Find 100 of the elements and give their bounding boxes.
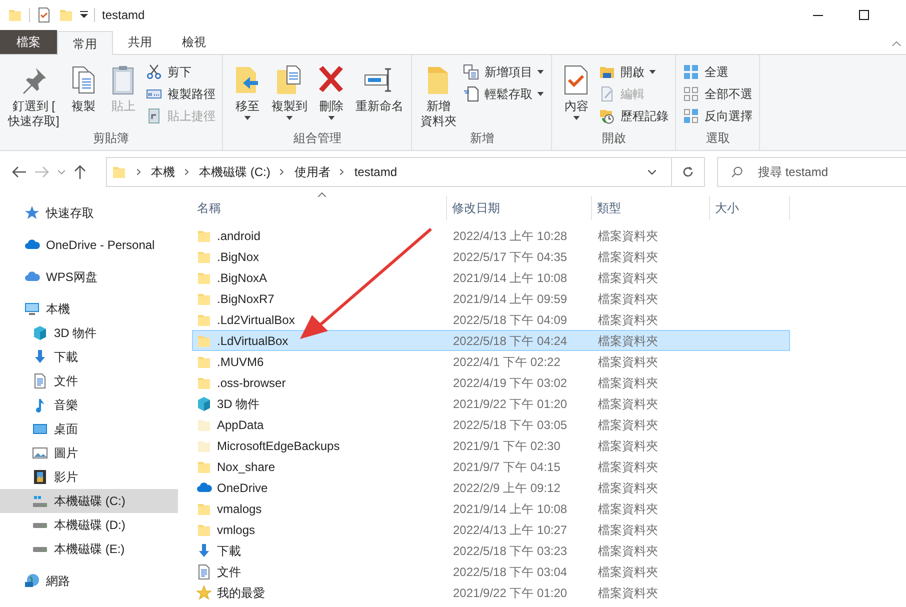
ribbon-button[interactable]: 輕鬆存取: [461, 84, 546, 103]
up-arrow-icon[interactable]: [74, 165, 86, 179]
ribbon-tab[interactable]: 檢視: [167, 30, 221, 54]
file-name: .BigNoxA: [217, 270, 268, 286]
file-name: .MUVM6: [217, 354, 264, 370]
checkmark-document-icon[interactable]: [36, 7, 52, 23]
table-cell-text: 2022/5/18 下午 03:23: [452, 542, 568, 560]
file-row[interactable]: vmlogs 2022/4/13 上午 10:27 檔案資料夾: [192, 519, 790, 540]
ribbon-button[interactable]: 刪除: [312, 61, 350, 129]
sort-caret-icon: [318, 192, 326, 197]
file-name: MicrosoftEdgeBackups: [217, 438, 340, 454]
file-row[interactable]: .LdVirtualBox 2022/5/18 下午 04:24 檔案資料夾: [192, 330, 790, 351]
nav-item[interactable]: 圖片: [0, 441, 178, 465]
nav-item[interactable]: 文件: [0, 369, 178, 393]
nav-item[interactable]: 桌面: [0, 417, 178, 441]
breadcrumb[interactable]: 本機磁碟 (C:): [199, 163, 270, 181]
table-cell-text: 檔案資料夾: [597, 228, 658, 244]
ribbon-button[interactable]: 新增 資料夾: [417, 61, 460, 129]
drive-icon: [32, 546, 48, 552]
nav-item[interactable]: WPS网盘: [0, 265, 178, 289]
refresh-icon[interactable]: [682, 166, 694, 178]
group-label: 新增: [468, 130, 495, 147]
nav-item[interactable]: 網路: [0, 569, 178, 593]
nav-item[interactable]: 本機: [0, 297, 178, 321]
file-row[interactable]: OneDrive 2022/2/9 上午 09:12 檔案資料夾: [192, 477, 790, 498]
ribbon-button[interactable]: 新增項目: [461, 62, 546, 81]
ribbon-tab[interactable]: 常用: [57, 31, 113, 55]
file-row[interactable]: Nox_share 2021/9/7 下午 04:15 檔案資料夾: [192, 456, 790, 477]
ribbon-button[interactable]: 全選: [681, 62, 754, 81]
file-row[interactable]: vmalogs 2021/9/14 上午 10:08 檔案資料夾: [192, 498, 790, 519]
chevron-down-icon[interactable]: [58, 170, 65, 174]
ribbon-tab[interactable]: 共用: [113, 30, 167, 54]
file-row[interactable]: .BigNox 2022/5/17 下午 04:35 檔案資料夾: [192, 246, 790, 267]
column-header[interactable]: 大小: [710, 196, 790, 220]
collapse-ribbon-icon[interactable]: [892, 41, 901, 46]
table-cell-text: 2021/9/22 下午 01:20: [452, 396, 568, 412]
ribbon-button[interactable]: 內容: [557, 61, 596, 129]
file-row[interactable]: 我的最愛 2021/9/22 下午 01:20 檔案資料夾: [192, 582, 790, 603]
ribbon-button[interactable]: 開啟: [597, 62, 670, 81]
ribbon-button[interactable]: 歷程記錄: [597, 106, 670, 125]
file-row[interactable]: 下載 2022/5/18 下午 03:23 檔案資料夾: [192, 540, 790, 561]
nav-item[interactable]: OneDrive - Personal: [0, 233, 178, 257]
search-field[interactable]: 搜尋 testamd: [717, 157, 906, 187]
file-name: 文件: [217, 564, 241, 580]
network-icon: [24, 573, 40, 589]
clock-icon: [599, 108, 616, 124]
breadcrumb[interactable]: testamd: [354, 163, 398, 181]
nav-item[interactable]: 本機磁碟 (D:): [0, 513, 178, 537]
file-row[interactable]: .android 2022/4/13 上午 10:28 檔案資料夾: [192, 225, 790, 246]
nav-item[interactable]: 下載: [0, 345, 178, 369]
shortcut-icon: [146, 108, 162, 124]
table-cell-text: 檔案資料夾: [597, 522, 658, 538]
ribbon-button[interactable]: 全部不選: [681, 84, 754, 103]
file-row[interactable]: 3D 物件 2021/9/22 下午 01:20 檔案資料夾: [192, 393, 790, 414]
nav-item[interactable]: 快速存取: [0, 201, 178, 225]
file-row[interactable]: .Ld2VirtualBox 2022/5/18 下午 04:09 檔案資料夾: [192, 309, 790, 330]
ribbon-tab[interactable]: 檔案: [0, 30, 57, 54]
breadcrumb[interactable]: 使用者: [294, 163, 330, 181]
file-row[interactable]: .oss-browser 2022/4/19 下午 03:02 檔案資料夾: [192, 372, 790, 393]
file-row[interactable]: .BigNoxA 2021/9/14 上午 10:08 檔案資料夾: [192, 267, 790, 288]
ribbon-button[interactable]: 複製: [64, 61, 102, 129]
nav-item[interactable]: 3D 物件: [0, 321, 178, 345]
column-header[interactable]: 類型: [592, 196, 710, 220]
ribbon-button[interactable]: 複製到: [268, 61, 310, 129]
desktop-icon: [32, 421, 48, 437]
file-row[interactable]: .BigNoxR7 2021/9/14 上午 09:59 檔案資料夾: [192, 288, 790, 309]
edit-icon: [599, 86, 616, 102]
ribbon-button[interactable]: 剪下: [144, 62, 218, 81]
group-label: 開啟: [600, 130, 627, 147]
document-icon: [196, 564, 212, 580]
nav-item[interactable]: 本機磁碟 (E:): [0, 537, 178, 561]
column-header[interactable]: 修改日期: [447, 196, 592, 220]
column-header[interactable]: 名稱: [192, 196, 447, 220]
table-cell-text: 2022/4/13 上午 10:28: [452, 228, 568, 244]
window-title: testamd: [102, 7, 145, 24]
group-label: 剪貼簿: [92, 130, 130, 147]
file-row[interactable]: .MUVM6 2022/4/1 下午 02:22 檔案資料夾: [192, 351, 790, 372]
ribbon-button[interactable]: 複製路徑: [144, 84, 218, 103]
ribbon-button[interactable]: 反向選擇: [681, 106, 754, 125]
file-row[interactable]: 文件 2022/5/18 下午 03:04 檔案資料夾: [192, 561, 790, 582]
table-cell-text: 檔案資料夾: [597, 458, 658, 476]
back-icon[interactable]: [12, 166, 26, 178]
document-icon: [463, 86, 480, 102]
nav-item[interactable]: 影片: [0, 465, 178, 489]
nav-item[interactable]: 音樂: [0, 393, 178, 417]
file-row[interactable]: AppData 2022/5/18 下午 03:05 檔案資料夾: [192, 414, 790, 435]
table-cell-text: 檔案資料夾: [597, 248, 658, 266]
chevron-down-icon[interactable]: [648, 170, 656, 174]
breadcrumb[interactable]: 本機: [151, 163, 175, 181]
table-cell-text: 檔案資料夾: [597, 270, 658, 286]
ribbon-button[interactable]: 移至: [228, 61, 266, 129]
ribbon-button[interactable]: 重新命名: [352, 61, 406, 129]
file-row[interactable]: MicrosoftEdgeBackups 2021/9/1 下午 02:30 檔案資料夾: [192, 435, 790, 456]
nav-item[interactable]: 本機磁碟 (C:): [0, 489, 178, 513]
ribbon-button[interactable]: 釘選到 [ 快速存取]: [5, 61, 62, 129]
dropdown-icon[interactable]: [80, 11, 88, 19]
address-bar[interactable]: 本機 本機磁碟 (C:) 使用者 testamd: [106, 157, 705, 187]
table-cell-text: 2022/5/18 下午 03:05: [452, 416, 568, 434]
table-cell-text: 2021/9/14 上午 10:08: [452, 500, 568, 518]
file-name: vmalogs: [217, 500, 262, 518]
